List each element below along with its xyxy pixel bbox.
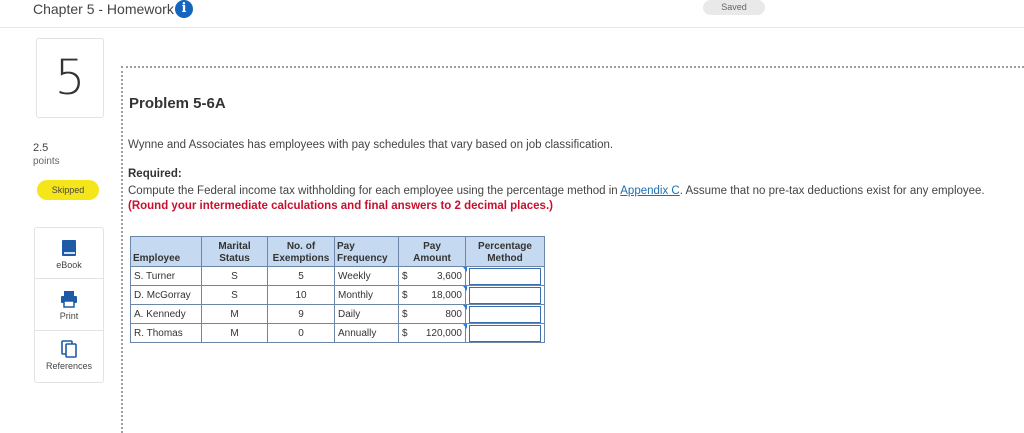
cell-percentage-method	[465, 323, 545, 343]
references-label: References	[45, 361, 93, 371]
points-value: 2.5	[33, 142, 49, 154]
print-button[interactable]: Print	[35, 280, 103, 331]
cell-exemptions: 10	[267, 285, 335, 305]
table-row: A. Kennedy M 9 Daily $800	[130, 304, 545, 324]
percentage-method-input[interactable]	[469, 267, 541, 285]
problem-title: Problem 5-6A	[129, 95, 226, 112]
references-icon	[61, 340, 77, 358]
cell-employee: S. Turner	[130, 266, 202, 286]
percentage-method-input[interactable]	[469, 324, 541, 342]
saved-status-badge: Saved	[703, 0, 765, 15]
question-number: 5	[36, 38, 104, 118]
cell-pay-amount: $18,000	[398, 285, 468, 305]
cell-employee: A. Kennedy	[130, 304, 202, 324]
header-pay-amount: Pay Amount	[398, 236, 466, 267]
table-row: S. Turner S 5 Weekly $3,600	[130, 266, 545, 286]
cell-percentage-method	[465, 266, 545, 286]
assignment-title: Chapter 5 - Homework	[33, 1, 174, 17]
cell-pay-amount: $3,600	[398, 266, 468, 286]
printer-icon	[61, 291, 77, 308]
table-header-row: Employee Marital Status No. of Exemptions …	[130, 236, 545, 267]
required-text: Compute the Federal income tax withholdi…	[128, 184, 988, 214]
top-bar: Chapter 5 - Homework i Saved	[0, 0, 1024, 28]
points-label: points	[33, 156, 60, 167]
cell-pay-amount: $800	[398, 304, 468, 324]
question-frame-top	[121, 66, 1024, 68]
cell-pay-frequency: Weekly	[334, 266, 399, 286]
cell-marital-status: S	[201, 285, 268, 305]
appendix-c-link[interactable]: Appendix C	[620, 185, 679, 197]
percentage-method-input[interactable]	[469, 286, 541, 304]
ebook-label: eBook	[56, 260, 82, 270]
header-marital-status: Marital Status	[201, 236, 268, 267]
print-label: Print	[59, 311, 79, 321]
cell-employee: D. McGorray	[130, 285, 202, 305]
withholding-table: Employee Marital Status No. of Exemptions …	[130, 236, 545, 343]
problem-description: Wynne and Associates has employees with …	[128, 139, 614, 151]
header-exemptions: No. of Exemptions	[267, 236, 335, 267]
cell-marital-status: M	[201, 323, 268, 343]
cell-pay-amount: $120,000	[398, 323, 468, 343]
table-row: R. Thomas M 0 Annually $120,000	[130, 323, 545, 343]
required-text-part2: . Assume that no pre-tax deductions exis…	[679, 185, 985, 197]
cell-exemptions: 9	[267, 304, 335, 324]
table-row: D. McGorray S 10 Monthly $18,000	[130, 285, 545, 305]
tools-panel: eBook Print References	[34, 227, 104, 383]
cell-exemptions: 5	[267, 266, 335, 286]
question-frame-left	[121, 66, 123, 433]
ebook-button[interactable]: eBook	[35, 235, 103, 279]
required-text-part1: Compute the Federal income tax withholdi…	[128, 185, 621, 197]
header-employee: Employee	[130, 236, 202, 267]
book-icon	[62, 240, 76, 256]
cell-pay-frequency: Daily	[334, 304, 399, 324]
cell-marital-status: M	[201, 304, 268, 324]
references-button[interactable]: References	[35, 332, 103, 378]
header-percentage-method: Percentage Method	[465, 236, 545, 267]
cell-marital-status: S	[201, 266, 268, 286]
cell-employee: R. Thomas	[130, 323, 202, 343]
rounding-instruction: (Round your intermediate calculations an…	[128, 200, 553, 212]
cell-percentage-method	[465, 285, 545, 305]
percentage-method-input[interactable]	[469, 305, 541, 323]
cell-pay-frequency: Monthly	[334, 285, 399, 305]
cell-percentage-method	[465, 304, 545, 324]
cell-exemptions: 0	[267, 323, 335, 343]
header-pay-frequency: Pay Frequency	[334, 236, 399, 267]
info-icon[interactable]: i	[175, 0, 193, 18]
cell-pay-frequency: Annually	[334, 323, 399, 343]
required-heading: Required:	[128, 168, 182, 180]
skipped-status-badge: Skipped	[37, 180, 99, 200]
